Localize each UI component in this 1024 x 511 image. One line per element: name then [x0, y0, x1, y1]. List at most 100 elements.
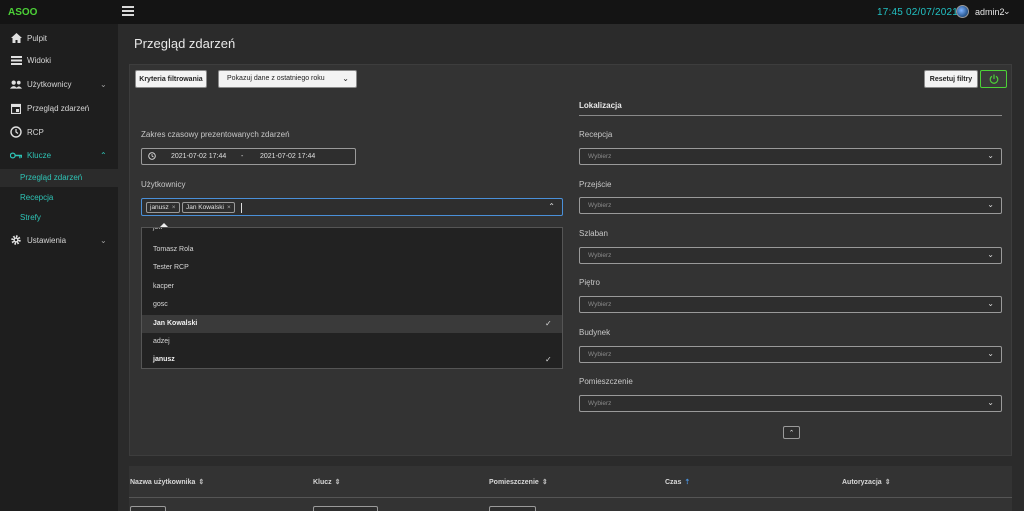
column-header-authorization[interactable]: Autoryzacja ⇕ [842, 478, 891, 486]
list-item[interactable]: Jan Kowalski ✓ [142, 315, 562, 333]
pietro-select[interactable]: Wybierz ⌄ [579, 296, 1002, 313]
tag-label: Jan Kowalski [186, 204, 224, 211]
list-item[interactable]: Tester RCP [142, 259, 562, 277]
page-title: Przegląd zdarzeń [134, 36, 236, 51]
chevron-down-icon: ⌄ [987, 250, 994, 259]
calendar-icon [10, 102, 22, 114]
key-icon [10, 149, 22, 161]
sort-icon: ⇕ [334, 479, 341, 486]
sidebar-subitem-strefy[interactable]: Strefy [0, 209, 118, 227]
chevron-down-icon: ⌄ [987, 349, 994, 358]
select-placeholder: Wybierz [588, 252, 612, 259]
tag-remove-icon[interactable]: × [227, 204, 231, 211]
sidebar-item-klucze[interactable]: Klucze ⌃ [0, 145, 118, 165]
sidebar-item-label: Widoki [27, 55, 52, 65]
list-icon [10, 54, 22, 66]
sidebar-item-rcp[interactable]: RCP [0, 122, 118, 142]
select-placeholder: Wybierz [588, 301, 612, 308]
sidebar-subitem-recepcja[interactable]: Recepcja [0, 189, 118, 207]
users-label: Użytkownicy [141, 180, 186, 189]
reset-filters-button[interactable]: Resetuj filtry [924, 70, 978, 88]
clock-icon [148, 152, 156, 162]
column-filter-input[interactable] [489, 506, 536, 511]
select-placeholder: Wybierz [588, 351, 612, 358]
select-placeholder: Wybierz [588, 400, 612, 407]
users-multiselect[interactable]: janusz × Jan Kowalski × ⌃ [141, 198, 563, 216]
sidebar-subitem-przeglad[interactable]: Przegląd zdarzeń [0, 169, 118, 187]
range-select[interactable]: Pokazuj dane z ostatniego roku ⌄ [218, 70, 357, 88]
users-icon [10, 78, 22, 90]
column-header-time[interactable]: Czas ⇡ [665, 478, 690, 486]
list-item[interactable]: kacper [142, 278, 562, 296]
chevron-down-icon: ⌄ [987, 299, 994, 308]
column-header-room[interactable]: Pomieszczenie ⇕ [489, 478, 548, 486]
sort-icon: ⇕ [884, 479, 891, 486]
list-item[interactable]: Tomasz Rola [142, 241, 562, 259]
przejscie-select[interactable]: Wybierz ⌄ [579, 197, 1002, 214]
sidebar-item-widoki[interactable]: Widoki [0, 50, 118, 70]
refresh-button[interactable] [980, 70, 1007, 88]
sidebar-item-label: Użytkownicy [27, 79, 72, 89]
budynek-select[interactable]: Wybierz ⌄ [579, 346, 1002, 363]
pomieszczenie-select[interactable]: Wybierz ⌄ [579, 395, 1002, 412]
events-table [129, 466, 1012, 511]
date-separator: - [241, 153, 244, 160]
szlaban-select[interactable]: Wybierz ⌄ [579, 247, 1002, 264]
sidebar-item-label: Pulpit [27, 33, 48, 43]
sort-icon: ⇕ [198, 479, 205, 486]
list-item[interactable]: jok [142, 228, 562, 237]
column-header-user[interactable]: Nazwa użytkownika ⇕ [130, 478, 204, 486]
select-placeholder: Wybierz [588, 202, 612, 209]
column-header-key[interactable]: Klucz ⇕ [313, 478, 341, 486]
tag-label: janusz [150, 204, 169, 211]
pomieszczenie-label: Pomieszczenie [579, 377, 633, 386]
recepcja-select[interactable]: Wybierz ⌄ [579, 148, 1002, 165]
select-placeholder: Wybierz [588, 153, 612, 160]
menu-toggle-icon[interactable] [122, 6, 134, 16]
chevron-down-icon[interactable]: ⌄ [1003, 6, 1011, 17]
sidebar-item-label: Ustawienia [27, 235, 67, 245]
chevron-down-icon: ⌄ [987, 398, 994, 407]
sidebar-subitem-label: Przegląd zdarzeń [20, 173, 83, 182]
column-filter-input[interactable] [130, 506, 166, 511]
clock-icon [10, 126, 22, 138]
column-filter-input[interactable] [313, 506, 378, 511]
przejscie-label: Przejście [579, 180, 612, 189]
sidebar-item-ustawienia[interactable]: Ustawienia ⌄ [0, 230, 118, 250]
check-icon: ✓ [545, 319, 552, 328]
list-item[interactable]: janusz ✓ [142, 351, 562, 368]
chevron-up-icon: ⌃ [100, 150, 107, 160]
filter-criteria-button[interactable]: Kryteria filtrowania [135, 70, 207, 88]
sidebar-subitem-label: Recepcja [20, 193, 54, 202]
chevron-down-icon: ⌄ [987, 200, 994, 209]
date-from: 2021-07-02 17:44 [171, 153, 227, 160]
chevron-down-icon: ⌄ [987, 151, 994, 160]
list-item[interactable]: gosc [142, 296, 562, 314]
app-logo[interactable]: ASOO [8, 7, 37, 18]
sidebar-item-label: Przegląd zdarzeń [27, 103, 90, 113]
chevron-up-icon: ⌃ [788, 429, 795, 437]
sort-asc-icon: ⇡ [684, 479, 691, 486]
avatar[interactable] [956, 5, 969, 18]
date-range-field[interactable]: 2021-07-02 17:44 - 2021-07-02 17:44 [141, 148, 356, 165]
clock-display: 17:45 02/07/2021 [877, 7, 959, 18]
selected-tag[interactable]: janusz × [146, 202, 180, 213]
sidebar-item-pulpit[interactable]: Pulpit [0, 28, 118, 48]
chevron-down-icon: ⌄ [100, 79, 107, 89]
chevron-up-icon[interactable]: ⌃ [548, 202, 555, 211]
sidebar-item-przeglad[interactable]: Przegląd zdarzeń [0, 98, 118, 118]
range-select-value: Pokazuj dane z ostatniego roku [227, 75, 325, 82]
sidebar-item-label: RCP [27, 127, 44, 137]
chevron-down-icon: ⌄ [342, 74, 349, 83]
divider [579, 115, 1002, 116]
sidebar: Pulpit Widoki Użytkownicy ⌄ Przegląd zda… [0, 24, 118, 511]
home-icon [10, 32, 22, 44]
divider [129, 497, 1012, 498]
list-item[interactable]: adzej [142, 333, 562, 351]
collapse-filters-button[interactable]: ⌃ [783, 426, 800, 439]
users-dropdown-list: jok Tomasz Rola Tester RCP kacper gosc J… [141, 227, 563, 369]
tag-remove-icon[interactable]: × [172, 204, 176, 211]
selected-tag[interactable]: Jan Kowalski × [182, 202, 235, 213]
sidebar-item-uzytkownicy[interactable]: Użytkownicy ⌄ [0, 74, 118, 94]
user-name[interactable]: admin2 [975, 7, 1005, 17]
